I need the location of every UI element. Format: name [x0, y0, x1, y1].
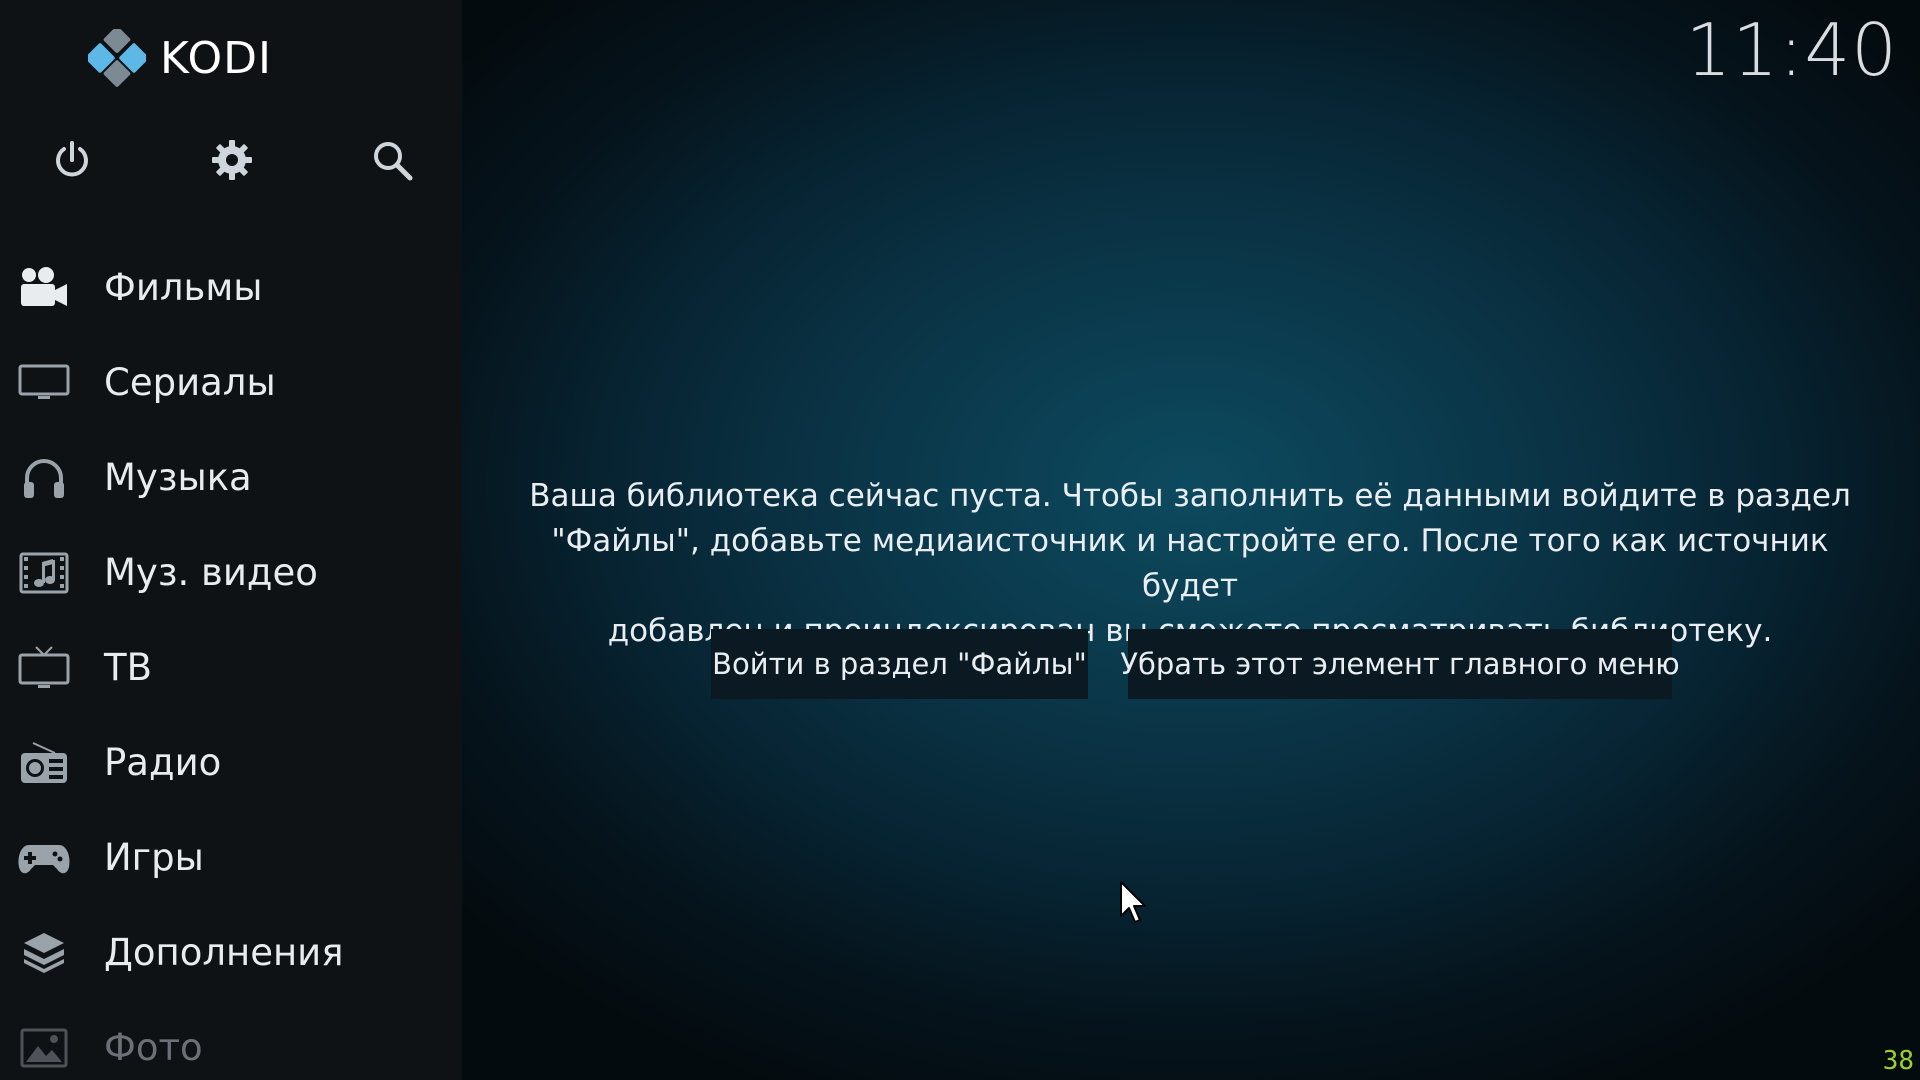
fps-counter: 38 [1882, 1046, 1914, 1076]
mouse-cursor-icon [1120, 881, 1146, 923]
gamepad-icon [16, 830, 72, 886]
menu-item-addons[interactable]: Дополнения [0, 905, 462, 1000]
radio-icon [16, 735, 72, 791]
menu-item-music-videos[interactable]: Муз. видео [0, 525, 462, 620]
message-line: Ваша библиотека сейчас пуста. Чтобы запо… [529, 478, 1851, 514]
menu-label: Игры [104, 836, 204, 879]
menu-label: Сериалы [104, 361, 276, 404]
tv-shows-icon [16, 355, 72, 411]
logo-text: KODI [160, 32, 272, 84]
menu-label: Дополнения [104, 931, 344, 974]
sidebar: KODI Фильмы Сериалы Музыка Муз. видео ТВ… [0, 0, 462, 1080]
menu-item-tv-shows[interactable]: Сериалы [0, 335, 462, 430]
top-icon-bar [0, 130, 462, 190]
kodi-home-screen: KODI Фильмы Сериалы Музыка Муз. видео ТВ… [0, 0, 1920, 1080]
menu-item-pictures[interactable]: Фото [0, 1000, 462, 1080]
menu-label: Фото [104, 1026, 203, 1069]
enter-files-button[interactable]: Войти в раздел "Файлы" [711, 629, 1088, 699]
gear-icon [212, 140, 252, 180]
remove-menu-item-button[interactable]: Убрать этот элемент главного меню [1120, 629, 1680, 699]
music-video-icon [16, 545, 72, 601]
search-icon [374, 142, 413, 181]
menu-item-radio[interactable]: Радио [0, 715, 462, 810]
addons-icon [16, 925, 72, 981]
action-buttons: Войти в раздел "Файлы" Убрать этот элеме… [0, 629, 1920, 699]
menu-label: Музыка [104, 456, 252, 499]
clock: 11:40 [1685, 8, 1898, 92]
power-button[interactable] [42, 130, 102, 190]
kodi-logo[interactable]: KODI [88, 29, 272, 87]
settings-button[interactable] [202, 130, 262, 190]
empty-library-message: Ваша библиотека сейчас пуста. Чтобы запо… [520, 474, 1860, 654]
movies-icon [16, 260, 72, 316]
search-button[interactable] [362, 130, 422, 190]
kodi-logo-icon [88, 29, 146, 87]
menu-label: Фильмы [104, 266, 263, 309]
menu-label: Радио [104, 741, 222, 784]
menu-label: Муз. видео [104, 551, 318, 594]
pictures-icon [16, 1020, 72, 1076]
menu-item-music[interactable]: Музыка [0, 430, 462, 525]
headphones-icon [16, 450, 72, 506]
power-icon [56, 141, 88, 177]
menu-item-movies[interactable]: Фильмы [0, 240, 462, 335]
menu-item-games[interactable]: Игры [0, 810, 462, 905]
message-line: "Файлы", добавьте медиаисточник и настро… [551, 523, 1829, 604]
